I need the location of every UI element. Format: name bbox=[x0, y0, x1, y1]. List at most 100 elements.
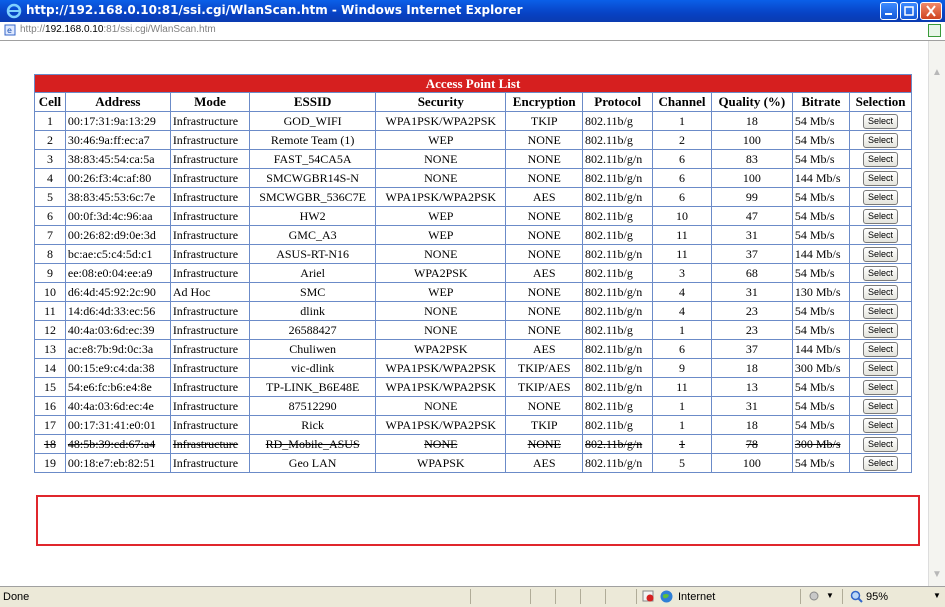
table-cell: 23 bbox=[710, 301, 793, 321]
table-cell: 802.11b/g bbox=[581, 263, 654, 283]
column-header: Mode bbox=[169, 92, 251, 112]
url-path: :81/ssi.cgi/WlanScan.htm bbox=[103, 24, 216, 35]
table-cell: Ariel bbox=[249, 263, 377, 283]
table-cell: 6 bbox=[34, 206, 66, 226]
table-cell: 54 Mb/s bbox=[791, 377, 851, 397]
table-cell: NONE bbox=[375, 149, 507, 169]
table-cell: Infrastructure bbox=[169, 434, 251, 454]
table-cell: 37 bbox=[710, 244, 793, 264]
selection-cell: Select bbox=[849, 263, 912, 283]
table-cell: 30:46:9a:ff:ec:a7 bbox=[64, 130, 171, 150]
column-header: Protocol bbox=[581, 92, 654, 112]
table-cell: 144 Mb/s bbox=[791, 168, 851, 188]
table-cell: SMCWGBR14S-N bbox=[249, 168, 377, 188]
table-cell: WPA1PSK/WPA2PSK bbox=[375, 358, 507, 378]
vertical-scrollbar[interactable]: ▲ ▼ bbox=[928, 41, 945, 586]
table-cell: 802.11b/g/n bbox=[581, 149, 654, 169]
select-button[interactable]: Select bbox=[863, 208, 899, 224]
select-button[interactable]: Select bbox=[863, 341, 899, 357]
table-cell: WPA1PSK/WPA2PSK bbox=[375, 187, 507, 207]
scroll-down-icon[interactable]: ▼ bbox=[932, 569, 942, 580]
table-row: 5 38:83:45:53:6c:7e Infrastructure SMCWGBR_… bbox=[34, 187, 912, 207]
table-row: 8 bc:ae:c5:c4:5d:c1 Infrastructure ASUS-RT-… bbox=[34, 244, 912, 264]
table-caption: Access Point List bbox=[34, 74, 912, 93]
table-cell: 18 bbox=[34, 434, 66, 454]
table-cell: 802.11b/g bbox=[581, 225, 654, 245]
table-cell: 802.11b/g/n bbox=[581, 168, 654, 188]
table-cell: 78 bbox=[710, 434, 793, 454]
scroll-up-icon[interactable]: ▲ bbox=[932, 67, 942, 78]
select-button[interactable]: Select bbox=[863, 360, 899, 376]
selection-cell: Select bbox=[849, 377, 912, 397]
table-cell: NONE bbox=[505, 434, 583, 454]
address-bar[interactable]: e http://192.168.0.10:81/ssi.cgi/WlanSca… bbox=[0, 22, 945, 41]
table-cell: Infrastructure bbox=[169, 453, 251, 473]
table-cell: 802.11b/g bbox=[581, 130, 654, 150]
column-header: ESSID bbox=[249, 92, 377, 112]
table-row: 15 54:e6:fc:b6:e4:8e Infrastructure TP-LINK… bbox=[34, 377, 912, 397]
select-button[interactable]: Select bbox=[863, 189, 899, 205]
select-button[interactable]: Select bbox=[863, 170, 899, 186]
table-cell: Infrastructure bbox=[169, 263, 251, 283]
selection-cell: Select bbox=[849, 244, 912, 264]
selection-cell: Select bbox=[849, 168, 912, 188]
table-cell: Infrastructure bbox=[169, 206, 251, 226]
table-cell: TP-LINK_B6E48E bbox=[249, 377, 377, 397]
select-button[interactable]: Select bbox=[863, 303, 899, 319]
select-button[interactable]: Select bbox=[863, 265, 899, 281]
select-button[interactable]: Select bbox=[863, 322, 899, 338]
table-cell: Geo LAN bbox=[249, 453, 377, 473]
table-cell: 6 bbox=[652, 187, 712, 207]
table-cell: Chuliwen bbox=[249, 339, 377, 359]
select-button[interactable]: Select bbox=[863, 132, 899, 148]
select-button[interactable]: Select bbox=[863, 379, 899, 395]
table-row: 1 00:17:31:9a:13:29 Infrastructure GOD_WIFI… bbox=[34, 111, 912, 131]
select-button[interactable]: Select bbox=[863, 246, 899, 262]
zoom-chevron-down-icon[interactable]: ▼ bbox=[933, 591, 941, 600]
table-cell: ac:e8:7b:9d:0c:3a bbox=[64, 339, 171, 359]
table-cell: 87512290 bbox=[249, 396, 377, 416]
select-button[interactable]: Select bbox=[863, 284, 899, 300]
select-button[interactable]: Select bbox=[863, 436, 899, 452]
table-cell: 802.11b/g bbox=[581, 206, 654, 226]
select-button[interactable]: Select bbox=[863, 151, 899, 167]
table-cell: WPA2PSK bbox=[375, 339, 507, 359]
chevron-down-icon[interactable]: ▼ bbox=[826, 591, 834, 600]
table-cell: 54 Mb/s bbox=[791, 187, 851, 207]
zoom-level[interactable]: 95% bbox=[866, 591, 888, 603]
table-cell: RD_Mobile_ASUS bbox=[249, 434, 377, 454]
address-url[interactable]: http://192.168.0.10:81/ssi.cgi/WlanScan.… bbox=[20, 24, 216, 35]
table-cell: WPA2PSK bbox=[375, 263, 507, 283]
table-cell: 11 bbox=[652, 244, 712, 264]
selection-cell: Select bbox=[849, 149, 912, 169]
table-cell: Infrastructure bbox=[169, 377, 251, 397]
table-cell: WPA1PSK/WPA2PSK bbox=[375, 111, 507, 131]
compatibility-view-icon[interactable] bbox=[928, 24, 941, 37]
table-cell: Ad Hoc bbox=[169, 282, 251, 302]
table-cell: GMC_A3 bbox=[249, 225, 377, 245]
select-button[interactable]: Select bbox=[863, 455, 899, 471]
minimize-icon bbox=[885, 13, 892, 15]
select-button[interactable]: Select bbox=[863, 113, 899, 129]
table-cell: 1 bbox=[652, 396, 712, 416]
table-cell: 802.11b/g/n bbox=[581, 282, 654, 302]
table-cell: 13 bbox=[710, 377, 793, 397]
table-cell: 54 Mb/s bbox=[791, 396, 851, 416]
table-cell: 802.11b/g/n bbox=[581, 434, 654, 454]
window-title-bar[interactable]: http://192.168.0.10:81/ssi.cgi/WlanScan.… bbox=[0, 0, 945, 22]
table-cell: Infrastructure bbox=[169, 339, 251, 359]
settings-icon[interactable] bbox=[808, 590, 822, 602]
protected-mode-icon bbox=[642, 590, 654, 602]
select-button[interactable]: Select bbox=[863, 417, 899, 433]
minimize-button[interactable] bbox=[880, 2, 898, 20]
zoom-icon[interactable] bbox=[850, 590, 863, 603]
table-cell: 40:4a:03:6d:ec:39 bbox=[64, 320, 171, 340]
table-cell: vic-dlink bbox=[249, 358, 377, 378]
select-button[interactable]: Select bbox=[863, 227, 899, 243]
table-cell: 11 bbox=[34, 301, 66, 321]
table-row: 18 48:5b:39:cd:67:a4 Infrastructure RD_Mobi… bbox=[34, 434, 912, 454]
maximize-button[interactable] bbox=[900, 2, 918, 20]
table-cell: 802.11b/g bbox=[581, 396, 654, 416]
close-button[interactable] bbox=[920, 2, 942, 20]
select-button[interactable]: Select bbox=[863, 398, 899, 414]
